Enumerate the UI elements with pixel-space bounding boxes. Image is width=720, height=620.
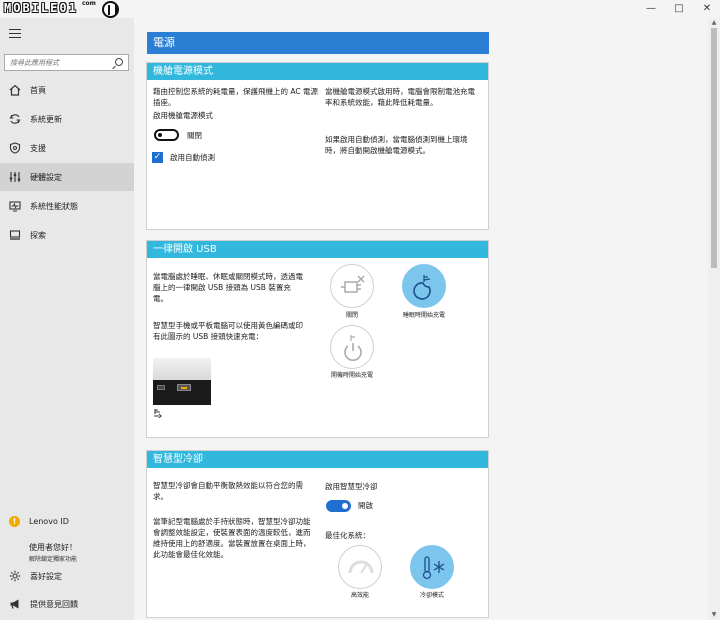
scrollbar-thumb[interactable] (711, 28, 717, 268)
sidebar-item-system-update[interactable]: 系統更新 (0, 105, 134, 133)
update-icon (9, 113, 21, 125)
search-box (4, 54, 129, 71)
sidebar-item-label: 提供意見回饋 (30, 599, 78, 609)
system-health-icon (9, 200, 21, 212)
card-header: 智慧型冷卻 (147, 451, 488, 468)
sidebar-item-support[interactable]: 支援 (0, 134, 134, 162)
airplane-right-desc2: 如果啟用自動偵測，當電腦偵測到機上環境時，將自動開啟機艙電源模式。 (325, 135, 468, 155)
usb-option-boot-label: 開機時開始充電 (330, 372, 373, 379)
airplane-description: 藉由控制您系統的耗電量，保護飛機上的 AC 電源插座。 (153, 87, 319, 107)
airplane-right-desc1: 當機艙電源模式啟用時，電腦會限制電池充電率和系統效能，藉此降低耗電量。 (325, 87, 475, 107)
usb-port-photo (153, 358, 211, 405)
cooling-enable-label: 啟用智慧型冷卻 (325, 482, 378, 491)
logo-face-icon (102, 1, 119, 18)
close-button[interactable]: ✕ (692, 0, 720, 18)
airplane-mode-toggle[interactable] (154, 129, 179, 141)
usb-off-icon (341, 275, 365, 293)
hardware-settings-icon (9, 171, 21, 183)
vertical-scrollbar[interactable]: ▲ ▼ (708, 18, 720, 620)
cooling-mode-cool[interactable] (410, 545, 454, 589)
usb-option-sleep-label: 睡眠時開始充電 (402, 312, 445, 319)
discover-icon (9, 229, 21, 241)
cooling-toggle[interactable] (326, 500, 351, 512)
thermometer-snowflake-icon (422, 556, 445, 580)
card-header: 機艙電源模式 (147, 63, 488, 80)
sidebar-item-hardware-settings[interactable]: 硬體設定 (0, 163, 134, 191)
maximize-button[interactable]: □ (664, 0, 694, 18)
lenovo-id-label: Lenovo ID (29, 517, 69, 526)
sidebar-item-label: 硬體設定 (30, 172, 62, 182)
search-icon[interactable] (115, 58, 123, 66)
mobile01-logo: MOBILE01 com (4, 0, 126, 18)
card-header: 一律開啟 USB (147, 241, 488, 258)
auto-detect-checkbox[interactable]: ✓ (152, 152, 163, 163)
usb-sleep-charge-icon (413, 275, 431, 300)
minimize-button[interactable]: — (636, 0, 666, 18)
sidebar-item-system-health[interactable]: 系統性能狀態 (0, 192, 134, 220)
cooling-description: 智慧型冷卻會自動平衡散熱效能以符合您的需求。 (153, 481, 303, 501)
sidebar-item-label: 首頁 (30, 85, 46, 95)
optimize-system-label: 最佳化系統： (325, 531, 370, 540)
sidebar-item-label: 喜好設定 (30, 571, 62, 581)
logo-text: MOBILE01 (4, 1, 78, 15)
search-input[interactable] (5, 55, 109, 70)
airplane-toggle-state: 關閉 (187, 131, 202, 140)
usb-option-off[interactable] (330, 264, 374, 308)
sidebar-item-preferences[interactable]: 喜好設定 (0, 562, 134, 590)
sidebar: 首頁 系統更新 支援 硬體設定 系統性能狀態 探索 ! Lenovo ID 使用… (0, 18, 134, 620)
sidebar-item-label: 支援 (30, 143, 46, 153)
sidebar-item-label: 系統更新 (30, 114, 62, 124)
airplane-enable-label: 啟用機艙電源模式 (153, 111, 213, 120)
scroll-down-icon[interactable]: ▼ (708, 610, 720, 620)
usb-boot-charge-icon (344, 335, 362, 361)
usb-option-charge-at-boot[interactable] (330, 325, 374, 369)
gear-icon (9, 570, 21, 582)
cooling-detail: 當筆記型電腦處於手持狀態時，智慧型冷卻功能會調整效能設定，使裝置表面的溫度較低，… (153, 517, 311, 559)
usb-description: 當電腦處於睡眠、休眠或關閉模式時，透過電腦上的一律開啟 USB 接頭為 USB … (153, 272, 303, 303)
page-title: 電源 (147, 32, 489, 54)
support-icon (9, 142, 21, 154)
sidebar-item-feedback[interactable]: 提供意見回饋 (0, 590, 134, 618)
usb-option-off-label: 關閉 (345, 312, 358, 319)
auto-detect-label: 啟用自動偵測 (170, 153, 215, 162)
title-bar: MOBILE01 com — □ ✕ (0, 0, 720, 18)
guest-greeting: 使用者您好！ (29, 543, 77, 552)
cool-mode-label: 冷卻模式 (419, 592, 444, 599)
performance-mode-label: 高效能 (350, 592, 369, 599)
usb-option-charge-in-sleep[interactable] (402, 264, 446, 308)
lenovo-id-entry[interactable]: ! Lenovo ID (9, 516, 69, 527)
scroll-up-icon[interactable]: ▲ (708, 18, 720, 28)
sidebar-item-discover[interactable]: 探索 (0, 221, 134, 249)
cooling-mode-performance[interactable] (338, 545, 382, 589)
usb-fast-charge-note: 智慧型手機或平板電腦可以使用黃色編碼或印有此圖示的 USB 接頭快速充電： (153, 321, 303, 341)
home-icon (9, 84, 21, 96)
cooling-toggle-state: 開啟 (358, 501, 373, 510)
sidebar-item-label: 系統性能狀態 (30, 201, 78, 211)
sidebar-item-label: 探索 (30, 230, 46, 240)
hamburger-menu-icon[interactable] (9, 29, 21, 38)
info-icon: ! (9, 516, 20, 527)
usb-charge-icon (153, 408, 163, 419)
sidebar-item-home[interactable]: 首頁 (0, 76, 134, 104)
megaphone-icon (9, 598, 21, 610)
speedometer-icon (348, 560, 374, 574)
logo-suffix: com (82, 0, 96, 7)
